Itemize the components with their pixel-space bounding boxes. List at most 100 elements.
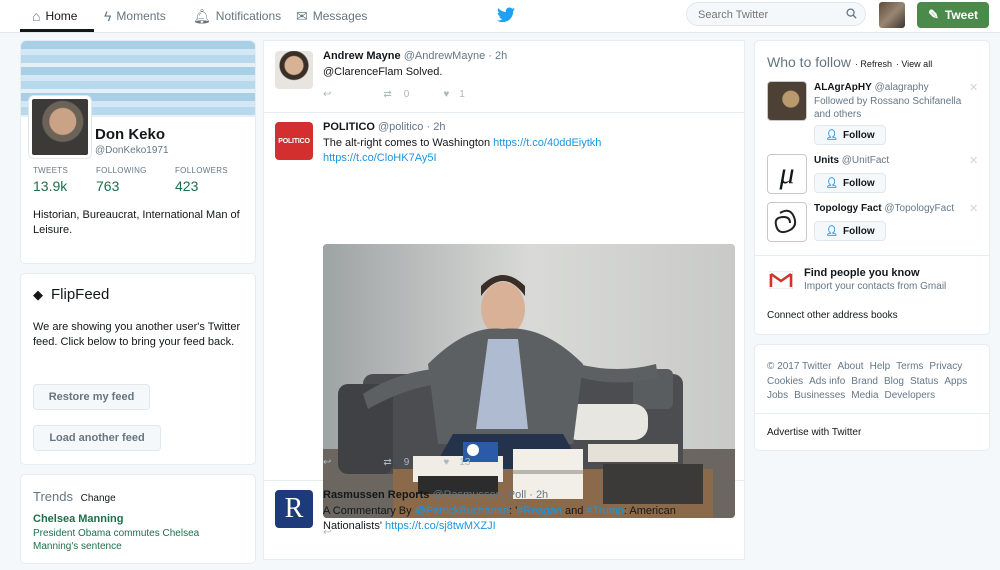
tweet[interactable]: POLITICO POLITICO @politico · 2h The alt… bbox=[264, 112, 744, 538]
profile-bio: Historian, Bureaucrat, International Man… bbox=[33, 209, 240, 236]
footer-link[interactable]: Terms bbox=[896, 361, 923, 372]
footer-link[interactable]: Developers bbox=[885, 390, 936, 401]
tweet-time[interactable]: · 2h bbox=[488, 50, 507, 62]
like-icon[interactable]: ♥ bbox=[443, 89, 449, 100]
trend-item-name[interactable]: Chelsea Manning bbox=[33, 513, 123, 525]
profile-name[interactable]: Don Keko bbox=[95, 126, 165, 143]
compose-icon: ✎ bbox=[927, 7, 939, 22]
tweet-hashtag[interactable]: #Reagan bbox=[517, 505, 562, 517]
footer-link[interactable]: Media bbox=[851, 390, 878, 401]
tweet-author-name[interactable]: Andrew Mayne bbox=[323, 50, 401, 62]
suggested-account-avatar[interactable] bbox=[767, 81, 807, 121]
tweet-media-link[interactable]: https://t.co/CloHK7Ay5I bbox=[323, 152, 437, 164]
stat-tweets[interactable]: TWEETS 13.9k bbox=[33, 166, 68, 194]
tweet-author-name[interactable]: Rasmussen Reports bbox=[323, 489, 429, 501]
search-input[interactable] bbox=[696, 8, 840, 22]
stat-following[interactable]: FOLLOWING 763 bbox=[96, 166, 147, 194]
follow-button[interactable]: 👤︎ Follow bbox=[814, 221, 886, 241]
retweet-count: 0 bbox=[403, 89, 410, 100]
tweet-mention[interactable]: @PatrickBuchanan bbox=[415, 505, 509, 517]
tweet-header: Andrew Mayne @AndrewMayne · 2h bbox=[323, 50, 507, 62]
footer-link[interactable]: Jobs bbox=[767, 390, 788, 401]
nav-messages-label: Messages bbox=[312, 9, 368, 23]
nav-home[interactable]: ⌂ Home bbox=[32, 0, 77, 32]
footer-link[interactable]: Help bbox=[870, 361, 891, 372]
tweet-link[interactable]: https://t.co/sj8twMXZJI bbox=[385, 520, 496, 532]
followed-by-text: Followed by Rossano Schifanella and othe… bbox=[814, 96, 962, 120]
dismiss-icon[interactable]: ✕ bbox=[969, 154, 978, 167]
tweet-photo[interactable] bbox=[323, 244, 735, 518]
suggested-account-name[interactable]: Units bbox=[814, 155, 839, 166]
flipfeed-text: We are showing you another user's Twitte… bbox=[33, 321, 241, 348]
view-all-link[interactable]: · View all bbox=[896, 59, 932, 69]
follow-button[interactable]: 👤︎ Follow bbox=[814, 173, 886, 193]
suggested-account-handle[interactable]: @alagraphy bbox=[875, 82, 929, 93]
footer-link[interactable]: Apps bbox=[944, 376, 967, 387]
nav-messages[interactable]: ✉ Messages bbox=[296, 0, 367, 32]
follow-label: Follow bbox=[843, 225, 875, 237]
footer-link[interactable]: About bbox=[837, 361, 863, 372]
suggested-account-handle[interactable]: @TopologyFact bbox=[884, 203, 954, 214]
stat-followers[interactable]: FOLLOWERS 423 bbox=[175, 166, 228, 194]
account-avatar[interactable] bbox=[879, 2, 905, 28]
tweet-actions: ↩ ⇄ 9 ♥ 13 bbox=[323, 457, 470, 468]
reply-icon[interactable]: ↩ bbox=[323, 457, 331, 468]
reply-icon[interactable]: ↩ bbox=[323, 89, 331, 100]
footer-link[interactable]: Cookies bbox=[767, 376, 803, 387]
follow-button[interactable]: 👤︎ Follow bbox=[814, 125, 886, 145]
tweet-author-name[interactable]: POLITICO bbox=[323, 121, 375, 133]
footer-link[interactable]: Ads info bbox=[809, 376, 845, 387]
flipfeed-logo-icon: ◆ bbox=[33, 286, 43, 302]
suggested-account-name[interactable]: ALAgrApHY bbox=[814, 82, 872, 93]
find-people-link[interactable]: Find people you know bbox=[804, 267, 920, 279]
active-tab-indicator bbox=[20, 29, 94, 32]
tweet-author-handle[interactable]: @AndrewMayne bbox=[404, 50, 485, 62]
search-icon[interactable] bbox=[846, 8, 857, 19]
divider bbox=[755, 255, 989, 256]
tweet-time[interactable]: · 2h bbox=[529, 489, 548, 501]
tweet-avatar[interactable] bbox=[275, 51, 313, 89]
divider bbox=[755, 413, 989, 414]
restore-feed-button[interactable]: Restore my feed bbox=[33, 384, 150, 410]
stat-followers-value: 423 bbox=[175, 178, 199, 194]
connect-address-books-link[interactable]: Connect other address books bbox=[767, 310, 898, 321]
nav-notifications[interactable]: 🔔︎ Notifications bbox=[193, 0, 281, 32]
footer-link[interactable]: Status bbox=[910, 376, 938, 387]
tweet-author-handle[interactable]: @politico bbox=[378, 121, 423, 133]
dismiss-icon[interactable]: ✕ bbox=[969, 202, 978, 215]
tweet-button[interactable]: ✎ Tweet bbox=[917, 2, 989, 28]
twitter-bird-icon[interactable] bbox=[497, 7, 515, 23]
tweet-avatar[interactable]: R bbox=[275, 490, 313, 528]
tweet-author-handle[interactable]: @Rasmussen_Poll bbox=[432, 489, 526, 501]
tweet-hashtag[interactable]: #Trump bbox=[586, 505, 624, 517]
tweet-avatar[interactable]: POLITICO bbox=[275, 122, 313, 160]
tweet[interactable]: R Rasmussen Reports @Rasmussen_Poll · 2h… bbox=[264, 480, 744, 570]
refresh-link[interactable]: · Refresh bbox=[855, 59, 892, 69]
footer-link[interactable]: Businesses bbox=[794, 390, 845, 401]
like-icon[interactable]: ♥ bbox=[443, 457, 449, 468]
retweet-icon[interactable]: ⇄ bbox=[383, 89, 391, 100]
tweet-link[interactable]: https://t.co/40ddEiytkh bbox=[493, 137, 601, 149]
add-user-icon: 👤︎ bbox=[825, 225, 839, 237]
tweet-time[interactable]: · 2h bbox=[427, 121, 446, 133]
who-to-follow-title: Who to follow bbox=[767, 54, 852, 70]
footer-link[interactable]: Privacy bbox=[929, 361, 962, 372]
suggested-account-handle[interactable]: @UnitFact bbox=[842, 155, 889, 166]
dismiss-icon[interactable]: ✕ bbox=[969, 81, 978, 94]
suggested-account-avatar[interactable] bbox=[767, 202, 807, 242]
tweet[interactable]: Andrew Mayne @AndrewMayne · 2h @Clarence… bbox=[264, 41, 744, 113]
like-count: 13 bbox=[459, 457, 471, 468]
load-another-feed-button[interactable]: Load another feed bbox=[33, 425, 161, 451]
nav-moments[interactable]: ϟ Moments bbox=[104, 0, 166, 32]
profile-handle[interactable]: @DonKeko1971 bbox=[95, 145, 169, 156]
suggested-account-name[interactable]: Topology Fact bbox=[814, 203, 882, 214]
suggested-account-avatar[interactable]: μ bbox=[767, 154, 807, 194]
retweet-icon[interactable]: ⇄ bbox=[383, 457, 391, 468]
trends-change-link[interactable]: Change bbox=[81, 493, 116, 504]
footer-link[interactable]: Blog bbox=[884, 376, 904, 387]
footer-link[interactable]: Brand bbox=[851, 376, 878, 387]
profile-avatar[interactable] bbox=[29, 96, 91, 158]
gmail-icon bbox=[769, 271, 793, 289]
advertise-link[interactable]: Advertise with Twitter bbox=[767, 427, 861, 438]
tweet-actions: ↩ ⇄ 0 ♥ 1 bbox=[323, 89, 465, 100]
